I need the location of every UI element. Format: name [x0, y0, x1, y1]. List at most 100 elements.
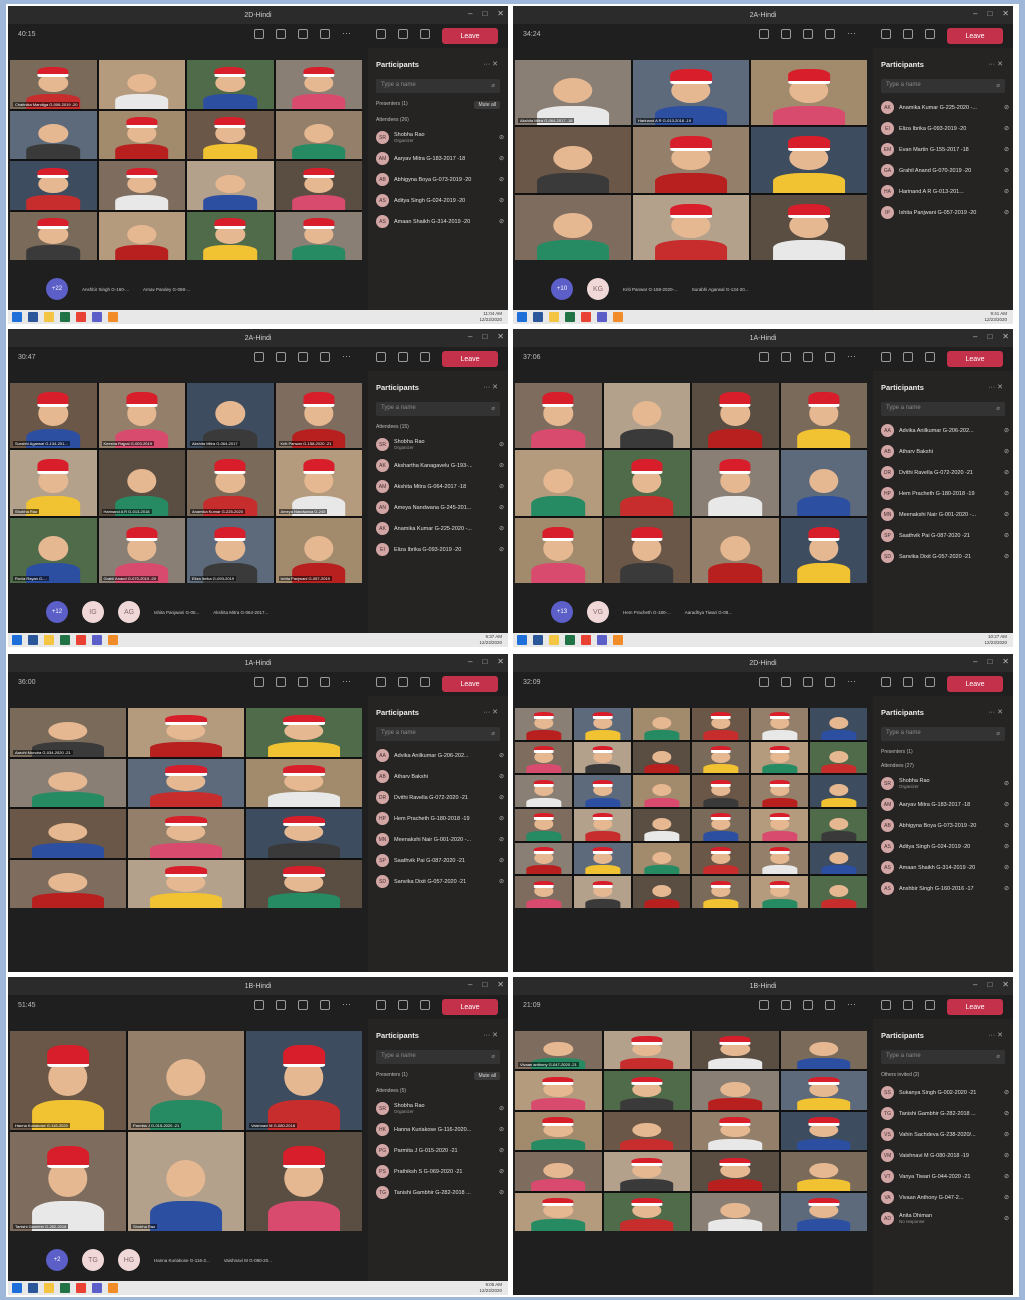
word-icon[interactable] [533, 635, 543, 645]
mic-icon[interactable] [398, 29, 408, 39]
mic-muted-icon[interactable]: ⊘ [499, 155, 504, 162]
mic-muted-icon[interactable]: ⊘ [499, 878, 504, 885]
participant-row[interactable]: AS Aditya Singh G-024-2019 -20 ⊘ [376, 194, 504, 207]
participant-row[interactable]: AA Advika Anilkumar G-206-202... ⊘ [376, 749, 504, 762]
mute-all-button[interactable]: Mute all [474, 101, 500, 109]
mic-muted-icon[interactable]: ⊘ [499, 1105, 504, 1112]
participant-avatar[interactable]: KG [587, 278, 609, 300]
mic-muted-icon[interactable]: ⊘ [1004, 1173, 1009, 1180]
mute-all-button[interactable]: Mute all [474, 1072, 500, 1080]
camera-icon[interactable] [881, 1000, 891, 1010]
mic-muted-icon[interactable]: ⊘ [499, 176, 504, 183]
video-tile[interactable] [810, 842, 867, 875]
mic-muted-icon[interactable]: ⊘ [1004, 843, 1009, 850]
participant-row[interactable]: AS Amaan Shaikh G-314-2019 -20 ⊘ [376, 215, 504, 228]
chat-icon[interactable] [276, 29, 286, 39]
video-tile[interactable] [574, 708, 631, 740]
participant-row[interactable]: MN Meenakshi Nair G-001-2020 -... ⊘ [376, 833, 504, 846]
mic-muted-icon[interactable]: ⊘ [499, 483, 504, 490]
panel-close-icon[interactable]: ··· ✕ [988, 60, 1003, 68]
video-tile[interactable] [515, 383, 602, 449]
mic-muted-icon[interactable]: ⊘ [1004, 532, 1009, 539]
video-tile[interactable] [780, 1071, 867, 1110]
video-tile[interactable] [515, 1071, 602, 1110]
share-invite-icon[interactable]: ⌀ [491, 82, 495, 90]
mic-muted-icon[interactable]: ⊘ [1004, 553, 1009, 560]
video-tile[interactable]: Akshita Mitra G-064-2017 [187, 383, 274, 449]
video-tile[interactable] [603, 450, 690, 516]
minimize-icon[interactable]: – [973, 9, 977, 18]
video-tile[interactable]: Harinand A R G-013-2018 -19 [633, 60, 749, 126]
raise-hand-icon[interactable] [803, 1000, 813, 1010]
mic-muted-icon[interactable]: ⊘ [1004, 885, 1009, 892]
video-tile[interactable]: Harinand A R G-013-2018 [98, 450, 185, 516]
mic-muted-icon[interactable]: ⊘ [1004, 1131, 1009, 1138]
video-tile[interactable] [246, 1132, 362, 1231]
windows-icon[interactable] [517, 312, 527, 322]
video-tile[interactable] [10, 161, 97, 210]
participant-row[interactable]: AB Abhigyna Boya G-073-2019 -20 ⊘ [376, 173, 504, 186]
mic-muted-icon[interactable]: ⊘ [1004, 167, 1009, 174]
share-invite-icon[interactable]: ⌀ [996, 730, 1000, 738]
mic-icon[interactable] [398, 677, 408, 687]
video-tile[interactable]: Shobha Rao [10, 450, 97, 516]
camera-icon[interactable] [881, 677, 891, 687]
close-icon[interactable]: ✕ [1002, 332, 1009, 341]
video-tile[interactable] [98, 110, 185, 159]
participant-row[interactable]: VM Vaishnavi M G-080-2018 -19 ⊘ [881, 1149, 1009, 1162]
mic-muted-icon[interactable]: ⊘ [499, 504, 504, 511]
mic-muted-icon[interactable]: ⊘ [499, 815, 504, 822]
mic-muted-icon[interactable]: ⊘ [1004, 780, 1009, 787]
video-tile[interactable] [128, 859, 244, 908]
share-icon[interactable] [825, 29, 835, 39]
participant-row[interactable]: GA Grahil Anand G-070-2019 -20 ⊘ [881, 164, 1009, 177]
mic-muted-icon[interactable]: ⊘ [1004, 104, 1009, 111]
excel-icon[interactable] [60, 1283, 70, 1293]
excel-icon[interactable] [565, 635, 575, 645]
video-tile[interactable] [692, 808, 749, 841]
video-tile[interactable] [751, 194, 867, 260]
video-tile[interactable] [633, 127, 749, 193]
explorer-icon[interactable] [44, 312, 54, 322]
video-tile[interactable]: Shobha Rao [128, 1132, 244, 1231]
participant-row[interactable]: TG Tanishi Gambhir G-282-2018 ... ⊘ [376, 1186, 504, 1199]
more-participants-badge[interactable]: +2 [46, 1249, 68, 1271]
participant-row[interactable]: VT Vanya Tiwari G-044-2020 -21 ⊘ [881, 1170, 1009, 1183]
minimize-icon[interactable]: – [973, 332, 977, 341]
teams-icon[interactable] [92, 635, 102, 645]
video-tile[interactable] [574, 842, 631, 875]
share-screen-icon[interactable] [925, 29, 935, 39]
people-icon[interactable] [254, 29, 264, 39]
chrome-icon[interactable] [76, 1283, 86, 1293]
share-screen-icon[interactable] [420, 29, 430, 39]
raise-hand-icon[interactable] [803, 29, 813, 39]
video-tile[interactable]: Parmita J G-015-2020 -21 [128, 1031, 244, 1130]
chat-icon[interactable] [781, 352, 791, 362]
share-icon[interactable] [320, 29, 330, 39]
video-tile[interactable] [751, 808, 808, 841]
video-tile[interactable] [574, 741, 631, 774]
participant-row[interactable]: DR Dvithi Ravella G-072-2020 -21 ⊘ [376, 791, 504, 804]
mic-muted-icon[interactable]: ⊘ [1004, 1110, 1009, 1117]
participant-search-input[interactable]: Type a name ⌀ [881, 402, 1005, 416]
video-tile[interactable]: Vivaan anthony G-047-2020 -21 [515, 1031, 602, 1070]
video-tile[interactable] [246, 708, 362, 757]
share-icon[interactable] [825, 1000, 835, 1010]
video-tile[interactable] [692, 1111, 779, 1151]
mic-icon[interactable] [398, 1000, 408, 1010]
participant-search-input[interactable]: Type a name ⌀ [376, 79, 500, 93]
video-tile[interactable] [780, 1192, 867, 1231]
video-tile[interactable]: Aarohi Mundra G-034-2020 -21 [10, 708, 126, 757]
participant-row[interactable]: SR Shobha Rao Organizer ⊘ [881, 777, 1009, 790]
teams-icon[interactable] [92, 1283, 102, 1293]
people-icon[interactable] [254, 1000, 264, 1010]
more-icon[interactable]: ··· [847, 352, 857, 362]
leave-button[interactable]: Leave [442, 28, 498, 44]
more-icon[interactable]: ··· [342, 677, 352, 687]
participant-search-input[interactable]: Type a name ⌀ [881, 1050, 1005, 1064]
chat-icon[interactable] [276, 677, 286, 687]
leave-button[interactable]: Leave [947, 999, 1003, 1015]
video-tile[interactable]: Grahil Anand G-070-2019 -20 [98, 517, 185, 583]
mic-muted-icon[interactable]: ⊘ [499, 1189, 504, 1196]
video-tile[interactable] [692, 741, 749, 774]
